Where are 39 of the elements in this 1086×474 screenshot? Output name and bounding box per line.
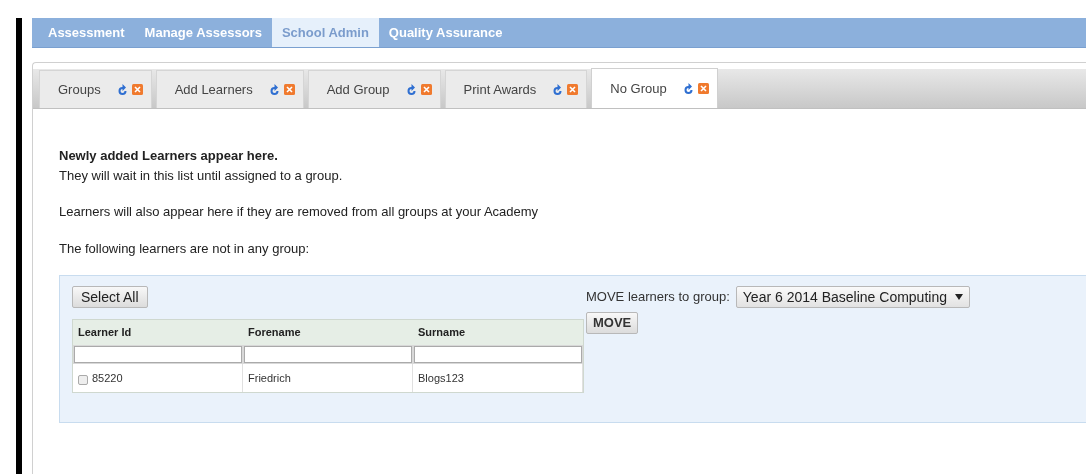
tab[interactable]: Add Learners [155, 70, 304, 108]
close-icon[interactable] [567, 84, 579, 95]
table-cell-text: 85220 [92, 370, 123, 386]
column-header: Surname [417, 325, 467, 341]
refresh-icon[interactable] [682, 82, 694, 95]
intro-text: Learners will also appear here if they are removed from all groups at your Academy [59, 203, 540, 221]
column-header: Forename [247, 325, 302, 341]
group-select[interactable]: Year 6 2014 Baseline Computing [735, 286, 970, 308]
intro-text: The following learners are not in any group: [59, 239, 311, 258]
refresh-icon[interactable] [552, 83, 564, 96]
filter-field[interactable] [244, 346, 412, 363]
intro-heading: Newly added Learners appear here. [59, 147, 279, 165]
intro-text: They will wait in this list until assigned to a group. [59, 166, 344, 185]
dropdown-arrow-icon [955, 294, 963, 300]
tab[interactable]: Add Group [307, 70, 441, 108]
tab-label[interactable]: Groups [58, 79, 101, 100]
close-icon[interactable] [420, 84, 432, 95]
refresh-icon[interactable] [116, 83, 128, 96]
move-label: MOVE learners to group: [586, 288, 730, 307]
column-header: Learner Id [77, 325, 133, 341]
refresh-icon[interactable] [268, 83, 280, 96]
tab[interactable]: Groups [39, 70, 152, 108]
filter-field[interactable] [414, 346, 582, 363]
tab-label[interactable]: No Group [610, 78, 667, 99]
close-icon[interactable] [283, 84, 295, 95]
tab[interactable]: Print Awards [444, 70, 588, 108]
close-icon[interactable] [697, 83, 709, 94]
close-icon[interactable] [131, 84, 143, 95]
table-cell-text: Blogs123 [418, 370, 464, 386]
move-button[interactable]: MOVE [586, 312, 639, 334]
tab-label[interactable]: Print Awards [463, 79, 537, 100]
filter-field[interactable] [74, 346, 242, 363]
tab[interactable]: No Group [591, 68, 718, 108]
table-cell-text: Friedrich [248, 370, 291, 386]
row-checkbox[interactable] [78, 375, 88, 385]
tab-label[interactable]: Add Learners [174, 79, 253, 100]
select-all-button[interactable]: Select All [72, 286, 148, 308]
tab-label[interactable]: Add Group [326, 79, 390, 100]
refresh-icon[interactable] [405, 83, 417, 96]
